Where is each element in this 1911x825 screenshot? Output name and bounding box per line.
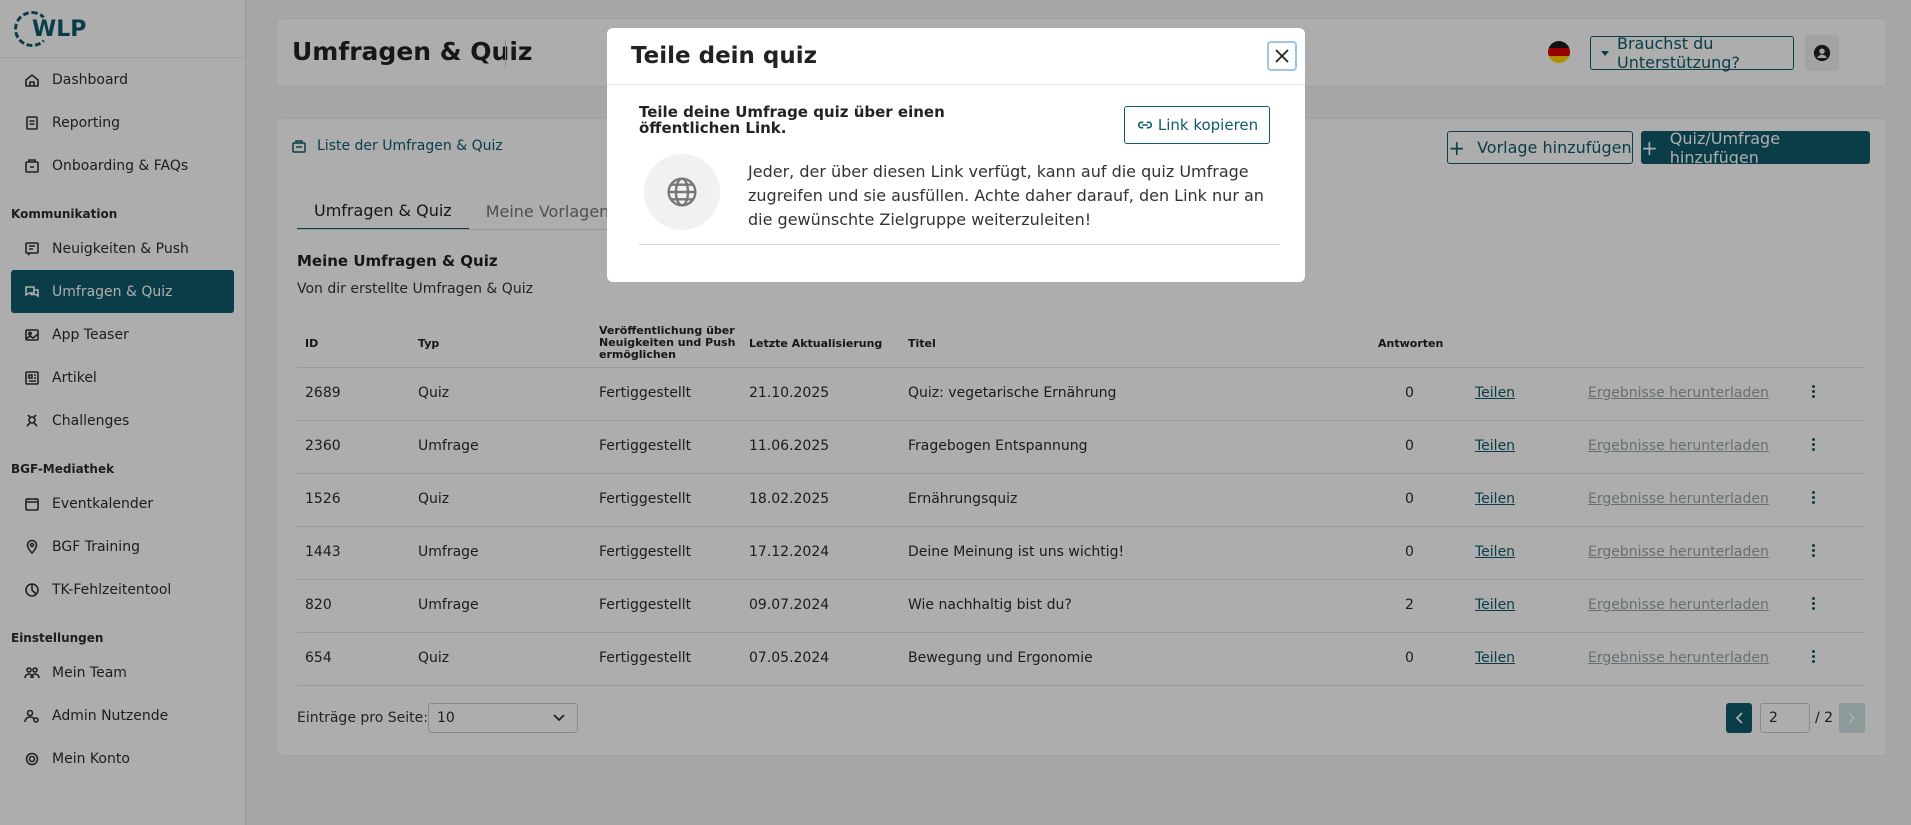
close-modal-button[interactable] [1267,41,1297,71]
modal-title: Teile dein quiz [631,43,818,69]
globe-icon-container [644,154,720,230]
link-icon [1137,121,1152,129]
modal-bottom-divider [639,244,1280,245]
close-icon [1275,49,1289,63]
modal-description: Jeder, der über diesen Link verfügt, kan… [748,162,1264,229]
copy-link-label: Link kopieren [1157,116,1259,134]
share-quiz-modal: Teile dein quiz Teile deine Umfrage quiz… [607,28,1305,282]
modal-subtitle: Teile deine Umfrage quiz über einen öffe… [639,103,945,137]
copy-link-button[interactable]: Link kopieren [1124,106,1270,144]
globe-icon [667,177,697,207]
modal-divider [607,84,1305,85]
